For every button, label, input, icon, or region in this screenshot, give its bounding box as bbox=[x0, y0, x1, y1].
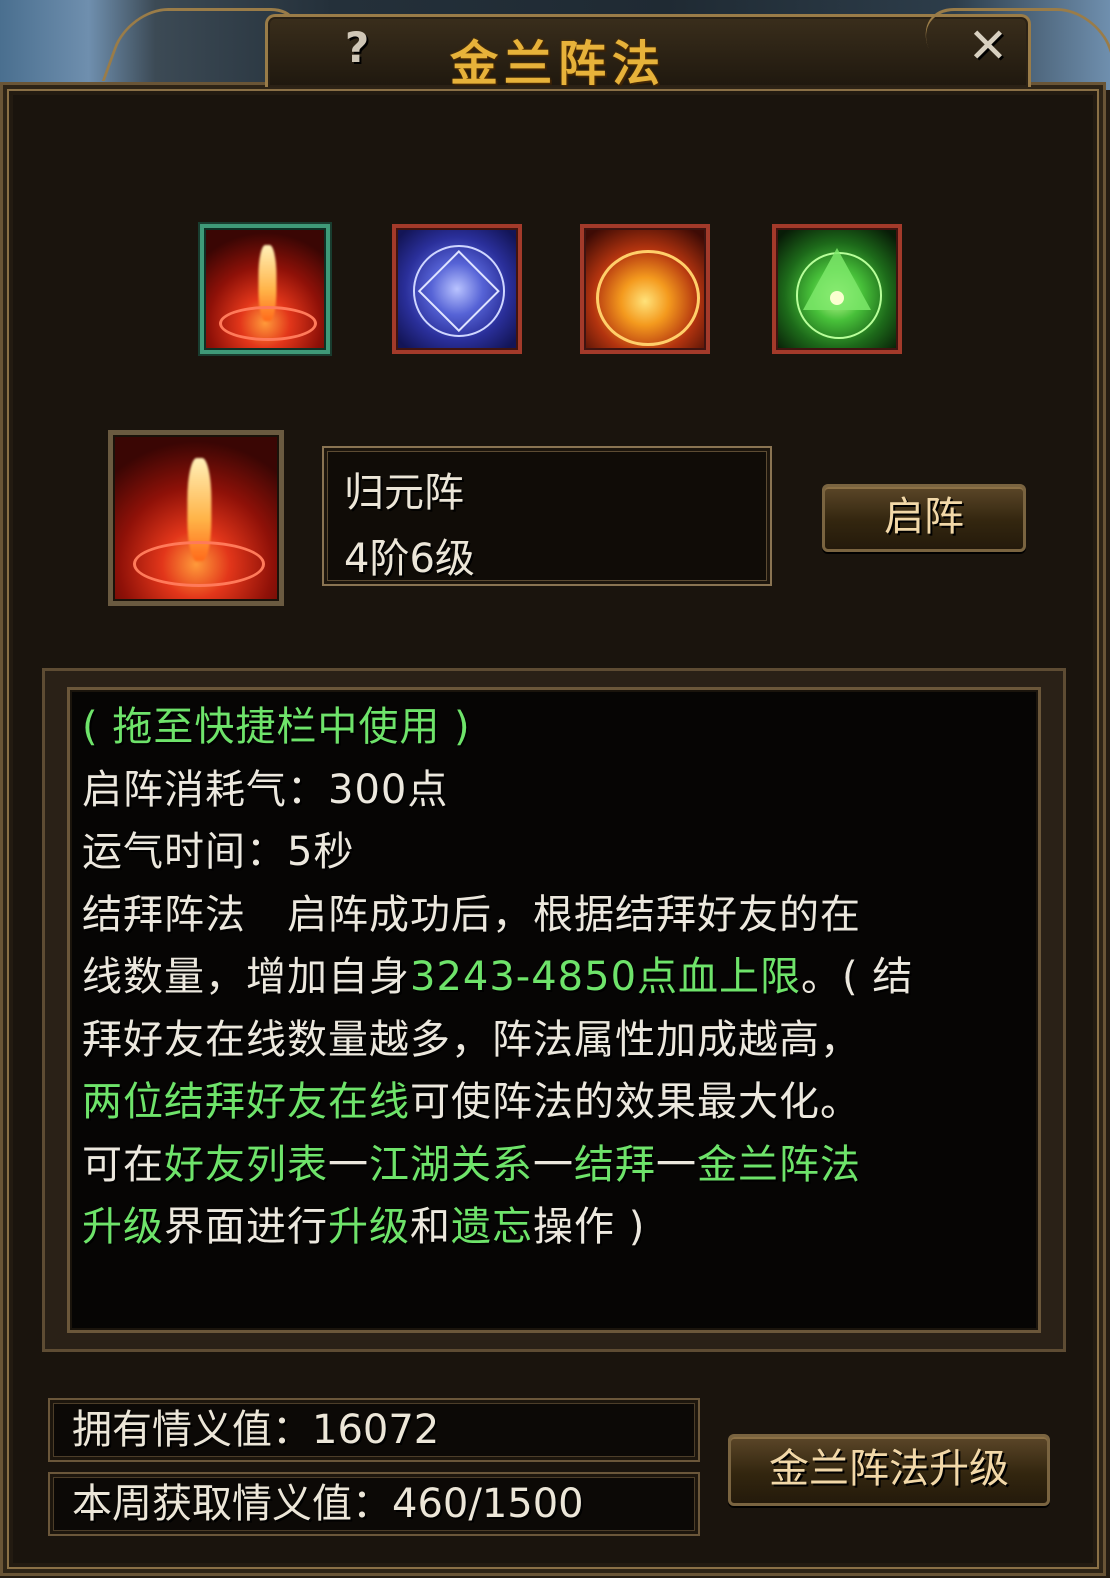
description-panel: ( 拖至快捷栏中使用 ) 启阵消耗气：300点 运气时间：5秒 结拜阵法 启阵成… bbox=[42, 668, 1066, 1352]
desc-text: 。( 结 bbox=[801, 954, 914, 1000]
desc-text: 一 bbox=[328, 1141, 369, 1188]
link-upgrade: 升级 bbox=[82, 1204, 164, 1250]
desc-text: 界面进行 bbox=[164, 1204, 328, 1250]
close-button[interactable]: ✕ bbox=[962, 20, 1014, 72]
link-sworn: 结拜 bbox=[574, 1141, 656, 1188]
desc-line-1: 结拜阵法 启阵成功后，根据结拜好友的在 bbox=[82, 891, 861, 938]
description-inner[interactable]: ( 拖至快捷栏中使用 ) 启阵消耗气：300点 运气时间：5秒 结拜阵法 启阵成… bbox=[67, 687, 1041, 1333]
formation-slot-4[interactable] bbox=[772, 224, 902, 354]
desc-text: 操作 ) bbox=[533, 1204, 646, 1250]
formation-info-box: 归元阵 4阶6级 bbox=[322, 446, 772, 586]
cast-time: 运气时间：5秒 bbox=[82, 829, 355, 875]
desc-text: 可在 bbox=[82, 1141, 164, 1188]
link-jinlan-formation: 金兰阵法 bbox=[697, 1141, 861, 1188]
desc-line-5: 可在好友列表一江湖关系一结拜一金兰阵法 bbox=[82, 1134, 1028, 1197]
weekly-friendship-points: 本周获取情义值：460/1500 bbox=[48, 1472, 700, 1536]
upgrade-formation-button[interactable]: 金兰阵法升级 bbox=[728, 1434, 1050, 1506]
formation-slot-2[interactable] bbox=[392, 224, 522, 354]
fire-ring bbox=[218, 306, 318, 342]
qi-cost: 启阵消耗气：300点 bbox=[82, 766, 449, 813]
formation-slot-3[interactable] bbox=[580, 224, 710, 354]
help-button[interactable]: ? bbox=[332, 24, 382, 72]
desc-line-3: 拜好友在线数量越多，阵法属性加成越高， bbox=[82, 1016, 861, 1063]
owned-friendship-points: 拥有情义值：16072 bbox=[48, 1398, 700, 1462]
sun-dome-icon bbox=[596, 249, 700, 347]
desc-text: 可使阵法的效果最大化。 bbox=[410, 1079, 861, 1125]
desc-text: 和 bbox=[410, 1204, 451, 1250]
desc-line-4: 两位结拜好友在线可使阵法的效果最大化。 bbox=[82, 1071, 1028, 1134]
activate-formation-button[interactable]: 启阵 bbox=[822, 484, 1026, 552]
fire-ring bbox=[132, 541, 266, 588]
formation-name: 归元阵 bbox=[344, 470, 464, 516]
highlight-upgrade: 升级 bbox=[328, 1204, 410, 1250]
formation-level: 4阶6级 bbox=[344, 536, 475, 582]
window-title: 金兰阵法 bbox=[450, 36, 667, 92]
highlight-online-friends: 两位结拜好友在线 bbox=[82, 1079, 410, 1125]
formation-slot-1[interactable] bbox=[200, 224, 330, 354]
selected-formation-icon[interactable] bbox=[108, 430, 284, 606]
desc-text: 一 bbox=[533, 1141, 574, 1188]
desc-text: 线数量，增加自身 bbox=[82, 954, 410, 1000]
link-friend-list: 好友列表 bbox=[164, 1141, 328, 1188]
description-text: ( 拖至快捷栏中使用 ) 启阵消耗气：300点 运气时间：5秒 结拜阵法 启阵成… bbox=[82, 696, 1028, 1259]
drag-hint: ( 拖至快捷栏中使用 ) bbox=[82, 704, 471, 750]
link-jianghu-relations: 江湖关系 bbox=[369, 1141, 533, 1188]
highlight-forget: 遗忘 bbox=[451, 1204, 533, 1250]
hp-bonus-value: 3243-4850点血上限 bbox=[410, 954, 802, 1000]
desc-text: 一 bbox=[656, 1141, 697, 1188]
desc-line-6: 升级界面进行升级和遗忘操作 ) bbox=[82, 1196, 1028, 1259]
desc-line-2: 线数量，增加自身3243-4850点血上限。( 结 bbox=[82, 946, 1028, 1009]
